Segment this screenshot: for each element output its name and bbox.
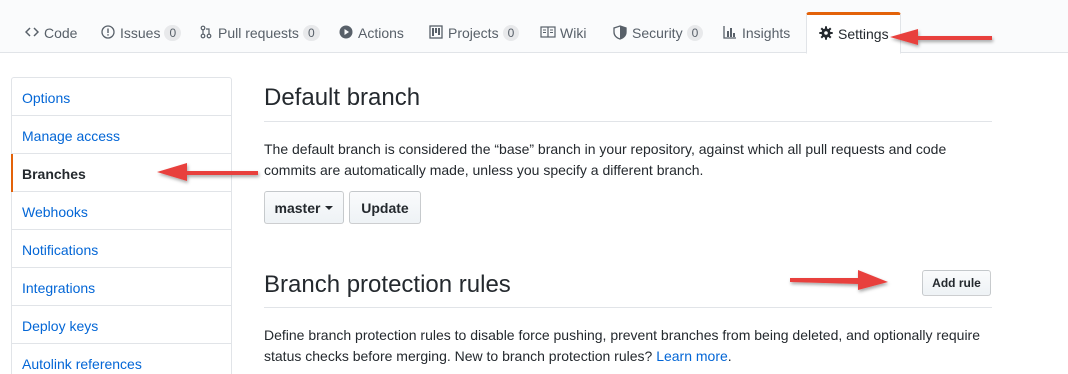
project-icon — [428, 24, 444, 40]
tab-projects-label: Projects — [448, 25, 499, 41]
tab-code[interactable]: Code — [24, 14, 77, 53]
default-branch-description-line-2: commits are automatically made, unless y… — [264, 162, 704, 178]
code-icon — [24, 24, 40, 40]
book-icon — [540, 24, 556, 40]
update-button[interactable]: Update — [349, 191, 421, 224]
repo-nav: Code Issues 0 Pull requests 0 Actions Pr… — [0, 0, 1068, 54]
default-branch-description-line-1: The default branch is considered the “ba… — [264, 141, 947, 157]
issues-counter: 0 — [164, 25, 182, 41]
sidebar-item-integrations[interactable]: Integrations — [12, 268, 231, 306]
divider — [264, 307, 992, 308]
sidebar-item-autolink-references[interactable]: Autolink references — [12, 344, 231, 374]
tab-issues[interactable]: Issues 0 — [100, 14, 182, 53]
tab-pull-requests[interactable]: Pull requests 0 — [198, 14, 320, 53]
tab-actions-label: Actions — [358, 25, 404, 41]
tab-settings[interactable]: Settings — [806, 12, 901, 54]
tab-code-label: Code — [44, 25, 78, 41]
tab-projects[interactable]: Projects 0 — [428, 14, 520, 53]
tab-actions[interactable]: Actions — [338, 14, 404, 53]
tab-insights-label: Insights — [742, 25, 791, 41]
sidebar-item-manage-access[interactable]: Manage access — [12, 116, 231, 154]
graph-icon — [722, 24, 738, 40]
tab-security[interactable]: Security 0 — [612, 14, 704, 53]
sidebar-item-options[interactable]: Options — [12, 78, 231, 116]
tab-issues-label: Issues — [120, 25, 161, 41]
branch-select-label: master — [274, 199, 321, 216]
pull-requests-counter: 0 — [302, 25, 320, 41]
security-counter: 0 — [686, 25, 704, 41]
play-icon — [338, 24, 354, 40]
branch-protection-description-line-2: status checks before merging. New to bra… — [264, 346, 984, 367]
branch-protection-heading: Branch protection rules — [264, 271, 511, 298]
tab-pull-requests-label: Pull requests — [218, 25, 299, 41]
branch-protection-description: Define branch protection rules to disabl… — [264, 325, 984, 367]
tab-security-label: Security — [632, 25, 683, 41]
shield-icon — [612, 24, 628, 40]
branch-protection-description-text: status checks before merging. New to bra… — [264, 348, 653, 364]
sentence-period: . — [727, 348, 732, 364]
tab-settings-label: Settings — [838, 26, 889, 42]
sidebar-item-notifications[interactable]: Notifications — [12, 230, 231, 268]
add-rule-button[interactable]: Add rule — [922, 270, 991, 296]
tab-wiki[interactable]: Wiki — [540, 14, 586, 53]
sidebar-item-webhooks[interactable]: Webhooks — [12, 192, 231, 230]
tab-insights[interactable]: Insights — [722, 14, 790, 53]
default-branch-description: The default branch is considered the “ba… — [264, 139, 984, 181]
divider — [264, 121, 992, 122]
learn-more-link[interactable]: Learn more — [656, 348, 728, 364]
caret-down-icon — [325, 205, 334, 210]
default-branch-heading: Default branch — [264, 84, 421, 111]
branch-select-button[interactable]: master — [264, 191, 344, 224]
settings-sidebar-menu: Options Manage access Branches Webhooks … — [11, 77, 232, 374]
projects-counter: 0 — [502, 25, 520, 41]
tab-wiki-label: Wiki — [560, 25, 587, 41]
gear-icon — [818, 25, 834, 41]
annotation-arrow-add-rule — [790, 270, 888, 290]
sidebar-item-branches[interactable]: Branches — [11, 154, 231, 192]
pull-request-icon — [198, 24, 214, 40]
sidebar-item-deploy-keys[interactable]: Deploy keys — [12, 306, 231, 344]
branch-protection-description-line-1: Define branch protection rules to disabl… — [264, 327, 980, 343]
issue-icon — [100, 24, 116, 40]
